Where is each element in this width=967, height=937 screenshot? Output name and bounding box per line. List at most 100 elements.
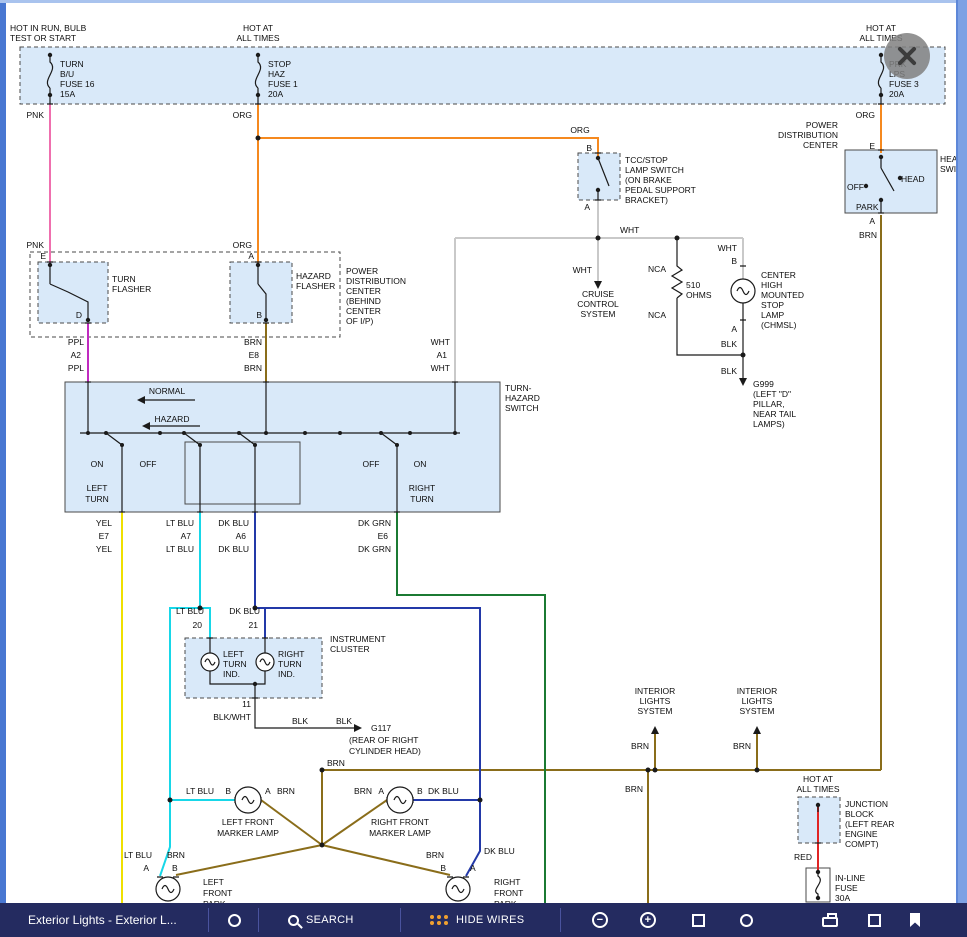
diagram-label: E6 xyxy=(378,531,389,541)
diagram-label: SWITCH xyxy=(505,403,539,413)
right-scrollbar[interactable] xyxy=(956,0,967,919)
fuse-band-box xyxy=(20,47,945,104)
diagram-label: A xyxy=(265,786,271,796)
bottom-toolbar: Exterior Lights - Exterior L... SEARCH H… xyxy=(0,903,967,937)
diagram-label: FUSE 3 xyxy=(889,79,919,89)
diagram-label: B xyxy=(172,863,178,873)
g999-ground-icon xyxy=(739,378,747,386)
diagram-label: BRN xyxy=(244,363,262,373)
diagram-label: HAZARD xyxy=(296,271,331,281)
diagram-label: A1 xyxy=(437,350,448,360)
diagram-label: RIGHT FRONT xyxy=(371,817,429,827)
diagram-label: SYSTEM xyxy=(638,706,673,716)
diagram-label: 20 xyxy=(193,620,203,630)
diagram-label: CENTER xyxy=(346,306,381,316)
diagram-label: DK BLU xyxy=(484,846,515,856)
diagram-label: B xyxy=(440,863,446,873)
diagram-label: NEAR TAIL xyxy=(753,409,796,419)
diagram-label: PNK xyxy=(27,240,45,250)
diagram-label: HIGH xyxy=(761,280,782,290)
diagram-label: ALL TIMES xyxy=(797,784,840,794)
diagram-label: TEST OR START xyxy=(10,33,76,43)
zoom-in-icon: + xyxy=(640,912,656,928)
close-button[interactable] xyxy=(884,33,930,79)
search-button[interactable]: SEARCH xyxy=(288,903,354,937)
diagram-label: YEL xyxy=(96,544,112,554)
diagram-label: (ON BRAKE xyxy=(625,175,672,185)
diagram-label: PILLAR, xyxy=(753,399,785,409)
save-button[interactable] xyxy=(868,903,881,937)
diagram-label: BLK/WHT xyxy=(213,712,251,722)
diagram-label: IND. xyxy=(223,669,240,679)
diagram-label: DK GRN xyxy=(358,518,391,528)
diagram-label: DISTRIBUTION xyxy=(778,130,838,140)
diagram-label: DK BLU xyxy=(428,786,459,796)
diagram-label: LT BLU xyxy=(176,606,204,616)
diagram-label: BRN xyxy=(426,850,444,860)
diagram-label: LEFT xyxy=(223,649,244,659)
history-button[interactable] xyxy=(228,903,241,937)
diagram-label: BLK xyxy=(292,716,308,726)
diagram-label: DISTRIBUTION xyxy=(346,276,406,286)
diagram-label: TURN- xyxy=(505,383,532,393)
diagram-label: ORG xyxy=(570,125,589,135)
diagram-label: ORG xyxy=(233,240,252,250)
diagram-label: FUSE 16 xyxy=(60,79,95,89)
diagram-label: STOP xyxy=(268,59,291,69)
diagram-label: ENGINE xyxy=(845,829,878,839)
diagram-label: 30A xyxy=(835,893,850,903)
zoom-in-button[interactable]: + xyxy=(640,903,656,937)
diagram-label: HOT AT xyxy=(866,23,896,33)
diagram-label: A xyxy=(731,324,737,334)
rotate-button[interactable] xyxy=(740,903,753,937)
rotate-icon xyxy=(740,914,753,927)
diagram-label: HAZ xyxy=(268,69,285,79)
diagram-label: LEFT xyxy=(203,877,224,887)
interior-lights-arrow-icon xyxy=(753,726,761,734)
diagram-label: (CHMSL) xyxy=(761,320,797,330)
diagram-label: MARKER LAMP xyxy=(217,828,279,838)
diagram-label: JUNCTION xyxy=(845,799,888,809)
diagram-label: HOT AT xyxy=(243,23,273,33)
diagram-label: A2 xyxy=(71,350,82,360)
bookmark-button[interactable] xyxy=(910,903,920,937)
diagram-label: BLK xyxy=(721,366,737,376)
diagram-label: PARK xyxy=(856,202,879,212)
fit-to-screen-button[interactable] xyxy=(692,903,705,937)
diagram-label: (BEHIND xyxy=(346,296,381,306)
diagram-label: G117 xyxy=(371,723,391,733)
diagram-label: PNK xyxy=(27,110,45,120)
diagram-label: B xyxy=(225,786,231,796)
diagram-label: LT BLU xyxy=(124,850,152,860)
diagram-label: BLOCK xyxy=(845,809,874,819)
diagram-label: BRN xyxy=(327,758,345,768)
diagram-label: HAZARD xyxy=(155,414,190,424)
diagram-label: MARKER LAMP xyxy=(369,828,431,838)
diagram-label: SYSTEM xyxy=(581,309,616,319)
turn-flasher-box xyxy=(38,262,108,323)
diagram-label: TURN xyxy=(223,659,247,669)
print-button[interactable] xyxy=(822,903,838,937)
diagram-label: MOUNTED xyxy=(761,290,804,300)
diagram-label: LEFT xyxy=(87,483,108,493)
diagram-label: POWER xyxy=(346,266,378,276)
diagram-label: LT BLU xyxy=(166,518,194,528)
diagram-label: BLK xyxy=(721,339,737,349)
diagram-label: FLASHER xyxy=(112,284,151,294)
toolbar-divider xyxy=(208,908,209,932)
hide-wires-button[interactable]: HIDE WIRES xyxy=(430,903,524,937)
diagram-label: WHT xyxy=(573,265,592,275)
bookmark-icon xyxy=(910,913,920,927)
diagram-label: LAMPS) xyxy=(753,419,785,429)
diagram-label: HOT IN RUN, BULB xyxy=(10,23,87,33)
window-edge-left xyxy=(0,0,6,919)
diagram-label: ORG xyxy=(856,110,875,120)
diagram-label: TURN xyxy=(85,494,109,504)
diagram-label: LEFT FRONT xyxy=(222,817,274,827)
diagram-label: ON xyxy=(91,459,104,469)
diagram-label: YEL xyxy=(96,518,112,528)
zoom-out-button[interactable]: − xyxy=(592,903,608,937)
diagram-label: 15A xyxy=(60,89,75,99)
diagram-label: NCA xyxy=(648,264,666,274)
diagram-label: CENTER xyxy=(346,286,381,296)
